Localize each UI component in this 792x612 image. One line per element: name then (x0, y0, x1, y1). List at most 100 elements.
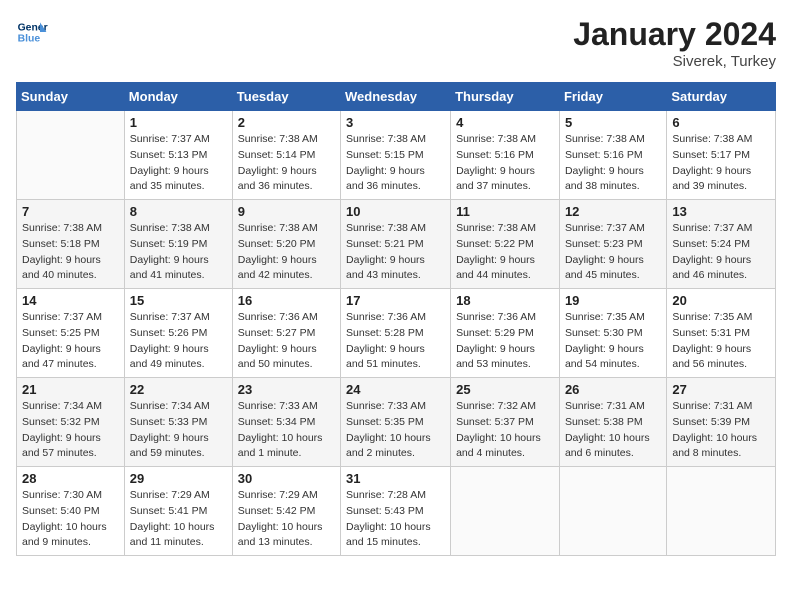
calendar-cell: 2Sunrise: 7:38 AMSunset: 5:14 PMDaylight… (232, 111, 340, 200)
calendar-cell: 31 Sunrise: 7:28 AMSunset: 5:43 PMDayligh… (341, 467, 451, 556)
day-detail: Sunrise: 7:38 AMSunset: 5:17 PMDaylight:… (672, 132, 770, 195)
calendar-cell: 11 Sunrise: 7:38 AMSunset: 5:22 PMDayligh… (451, 200, 560, 289)
day-number: 31 (346, 471, 445, 486)
day-detail: Sunrise: 7:38 AMSunset: 5:15 PMDaylight:… (346, 132, 445, 195)
day-number: 14 (22, 293, 119, 308)
day-detail: Sunrise: 7:38 AMSunset: 5:22 PMDaylight:… (456, 221, 554, 284)
day-detail: Sunrise: 7:37 AMSunset: 5:26 PMDaylight:… (130, 310, 227, 373)
day-number: 24 (346, 382, 445, 397)
day-number: 10 (346, 204, 445, 219)
day-number: 16 (238, 293, 335, 308)
day-detail: Sunrise: 7:38 AMSunset: 5:14 PMDaylight:… (238, 132, 335, 195)
calendar-cell: 24 Sunrise: 7:33 AMSunset: 5:35 PMDayligh… (341, 378, 451, 467)
day-number: 9 (238, 204, 335, 219)
weekday-header-sunday: Sunday (17, 83, 125, 111)
day-detail: Sunrise: 7:28 AMSunset: 5:43 PMDaylight:… (346, 488, 445, 551)
day-number: 27 (672, 382, 770, 397)
day-detail: Sunrise: 7:36 AMSunset: 5:29 PMDaylight:… (456, 310, 554, 373)
day-number: 15 (130, 293, 227, 308)
day-detail: Sunrise: 7:38 AMSunset: 5:19 PMDaylight:… (130, 221, 227, 284)
calendar-week-row: 21 Sunrise: 7:34 AMSunset: 5:32 PMDayligh… (17, 378, 776, 467)
calendar-cell: 20Sunrise: 7:35 AMSunset: 5:31 PMDayligh… (667, 289, 776, 378)
calendar-cell: 27 Sunrise: 7:31 AMSunset: 5:39 PMDayligh… (667, 378, 776, 467)
calendar-cell: 8 Sunrise: 7:38 AMSunset: 5:19 PMDaylight… (124, 200, 232, 289)
calendar-cell: 23 Sunrise: 7:33 AMSunset: 5:34 PMDayligh… (232, 378, 340, 467)
day-number: 7 (22, 204, 119, 219)
day-detail: Sunrise: 7:34 AMSunset: 5:33 PMDaylight:… (130, 399, 227, 462)
calendar-cell: 10 Sunrise: 7:38 AMSunset: 5:21 PMDayligh… (341, 200, 451, 289)
day-detail: Sunrise: 7:36 AMSunset: 5:27 PMDaylight:… (238, 310, 335, 373)
day-detail: Sunrise: 7:38 AMSunset: 5:18 PMDaylight:… (22, 221, 119, 284)
calendar-cell: 14Sunrise: 7:37 AMSunset: 5:25 PMDayligh… (17, 289, 125, 378)
calendar-week-row: 7 Sunrise: 7:38 AMSunset: 5:18 PMDaylight… (17, 200, 776, 289)
day-number: 18 (456, 293, 554, 308)
day-detail: Sunrise: 7:37 AMSunset: 5:13 PMDaylight:… (130, 132, 227, 195)
calendar-cell: 13 Sunrise: 7:37 AMSunset: 5:24 PMDayligh… (667, 200, 776, 289)
day-number: 28 (22, 471, 119, 486)
day-number: 3 (346, 115, 445, 130)
calendar-cell: 5Sunrise: 7:38 AMSunset: 5:16 PMDaylight… (559, 111, 666, 200)
weekday-header-thursday: Thursday (451, 83, 560, 111)
logo: General Blue (16, 16, 48, 48)
day-number: 21 (22, 382, 119, 397)
calendar-cell: 3 Sunrise: 7:38 AMSunset: 5:15 PMDaylight… (341, 111, 451, 200)
day-number: 4 (456, 115, 554, 130)
day-number: 8 (130, 204, 227, 219)
weekday-header-saturday: Saturday (667, 83, 776, 111)
day-number: 1 (130, 115, 227, 130)
calendar-cell: 29Sunrise: 7:29 AMSunset: 5:41 PMDayligh… (124, 467, 232, 556)
day-number: 19 (565, 293, 661, 308)
calendar-cell (17, 111, 125, 200)
weekday-header-friday: Friday (559, 83, 666, 111)
day-number: 26 (565, 382, 661, 397)
calendar-cell: 26 Sunrise: 7:31 AMSunset: 5:38 PMDayligh… (559, 378, 666, 467)
weekday-header-row: SundayMondayTuesdayWednesdayThursdayFrid… (17, 83, 776, 111)
day-detail: Sunrise: 7:33 AMSunset: 5:35 PMDaylight:… (346, 399, 445, 462)
day-detail: Sunrise: 7:31 AMSunset: 5:38 PMDaylight:… (565, 399, 661, 462)
calendar-cell: 25Sunrise: 7:32 AMSunset: 5:37 PMDayligh… (451, 378, 560, 467)
calendar-cell: 6Sunrise: 7:38 AMSunset: 5:17 PMDaylight… (667, 111, 776, 200)
day-number: 13 (672, 204, 770, 219)
day-detail: Sunrise: 7:34 AMSunset: 5:32 PMDaylight:… (22, 399, 119, 462)
day-detail: Sunrise: 7:37 AMSunset: 5:23 PMDaylight:… (565, 221, 661, 284)
calendar-week-row: 14Sunrise: 7:37 AMSunset: 5:25 PMDayligh… (17, 289, 776, 378)
day-detail: Sunrise: 7:35 AMSunset: 5:31 PMDaylight:… (672, 310, 770, 373)
day-number: 12 (565, 204, 661, 219)
day-detail: Sunrise: 7:38 AMSunset: 5:16 PMDaylight:… (565, 132, 661, 195)
day-number: 25 (456, 382, 554, 397)
calendar-cell: 17Sunrise: 7:36 AMSunset: 5:28 PMDayligh… (341, 289, 451, 378)
day-number: 17 (346, 293, 445, 308)
day-number: 11 (456, 204, 554, 219)
calendar-week-row: 1 Sunrise: 7:37 AMSunset: 5:13 PMDaylight… (17, 111, 776, 200)
day-detail: Sunrise: 7:35 AMSunset: 5:30 PMDaylight:… (565, 310, 661, 373)
calendar-title: January 2024 (573, 16, 776, 53)
day-detail: Sunrise: 7:33 AMSunset: 5:34 PMDaylight:… (238, 399, 335, 462)
day-number: 23 (238, 382, 335, 397)
calendar-cell: 21 Sunrise: 7:34 AMSunset: 5:32 PMDayligh… (17, 378, 125, 467)
calendar-cell: 12 Sunrise: 7:37 AMSunset: 5:23 PMDayligh… (559, 200, 666, 289)
page-header: General Blue January 2024 Siverek, Turke… (16, 16, 776, 70)
svg-text:Blue: Blue (18, 34, 41, 45)
calendar-cell: 22Sunrise: 7:34 AMSunset: 5:33 PMDayligh… (124, 378, 232, 467)
day-detail: Sunrise: 7:30 AMSunset: 5:40 PMDaylight:… (22, 488, 119, 551)
calendar-cell: 18 Sunrise: 7:36 AMSunset: 5:29 PMDayligh… (451, 289, 560, 378)
calendar-cell: 15 Sunrise: 7:37 AMSunset: 5:26 PMDayligh… (124, 289, 232, 378)
logo-icon: General Blue (16, 16, 48, 48)
day-detail: Sunrise: 7:31 AMSunset: 5:39 PMDaylight:… (672, 399, 770, 462)
calendar-cell: 19 Sunrise: 7:35 AMSunset: 5:30 PMDayligh… (559, 289, 666, 378)
weekday-header-tuesday: Tuesday (232, 83, 340, 111)
day-detail: Sunrise: 7:37 AMSunset: 5:24 PMDaylight:… (672, 221, 770, 284)
calendar-cell (559, 467, 666, 556)
day-number: 29 (130, 471, 227, 486)
day-detail: Sunrise: 7:29 AMSunset: 5:42 PMDaylight:… (238, 488, 335, 551)
calendar-cell (667, 467, 776, 556)
calendar-cell: 1 Sunrise: 7:37 AMSunset: 5:13 PMDaylight… (124, 111, 232, 200)
calendar-cell: 7 Sunrise: 7:38 AMSunset: 5:18 PMDaylight… (17, 200, 125, 289)
calendar-cell: 30 Sunrise: 7:29 AMSunset: 5:42 PMDayligh… (232, 467, 340, 556)
calendar-cell (451, 467, 560, 556)
day-detail: Sunrise: 7:38 AMSunset: 5:21 PMDaylight:… (346, 221, 445, 284)
day-detail: Sunrise: 7:38 AMSunset: 5:16 PMDaylight:… (456, 132, 554, 195)
day-number: 30 (238, 471, 335, 486)
calendar-cell: 9Sunrise: 7:38 AMSunset: 5:20 PMDaylight… (232, 200, 340, 289)
calendar-cell: 4 Sunrise: 7:38 AMSunset: 5:16 PMDaylight… (451, 111, 560, 200)
